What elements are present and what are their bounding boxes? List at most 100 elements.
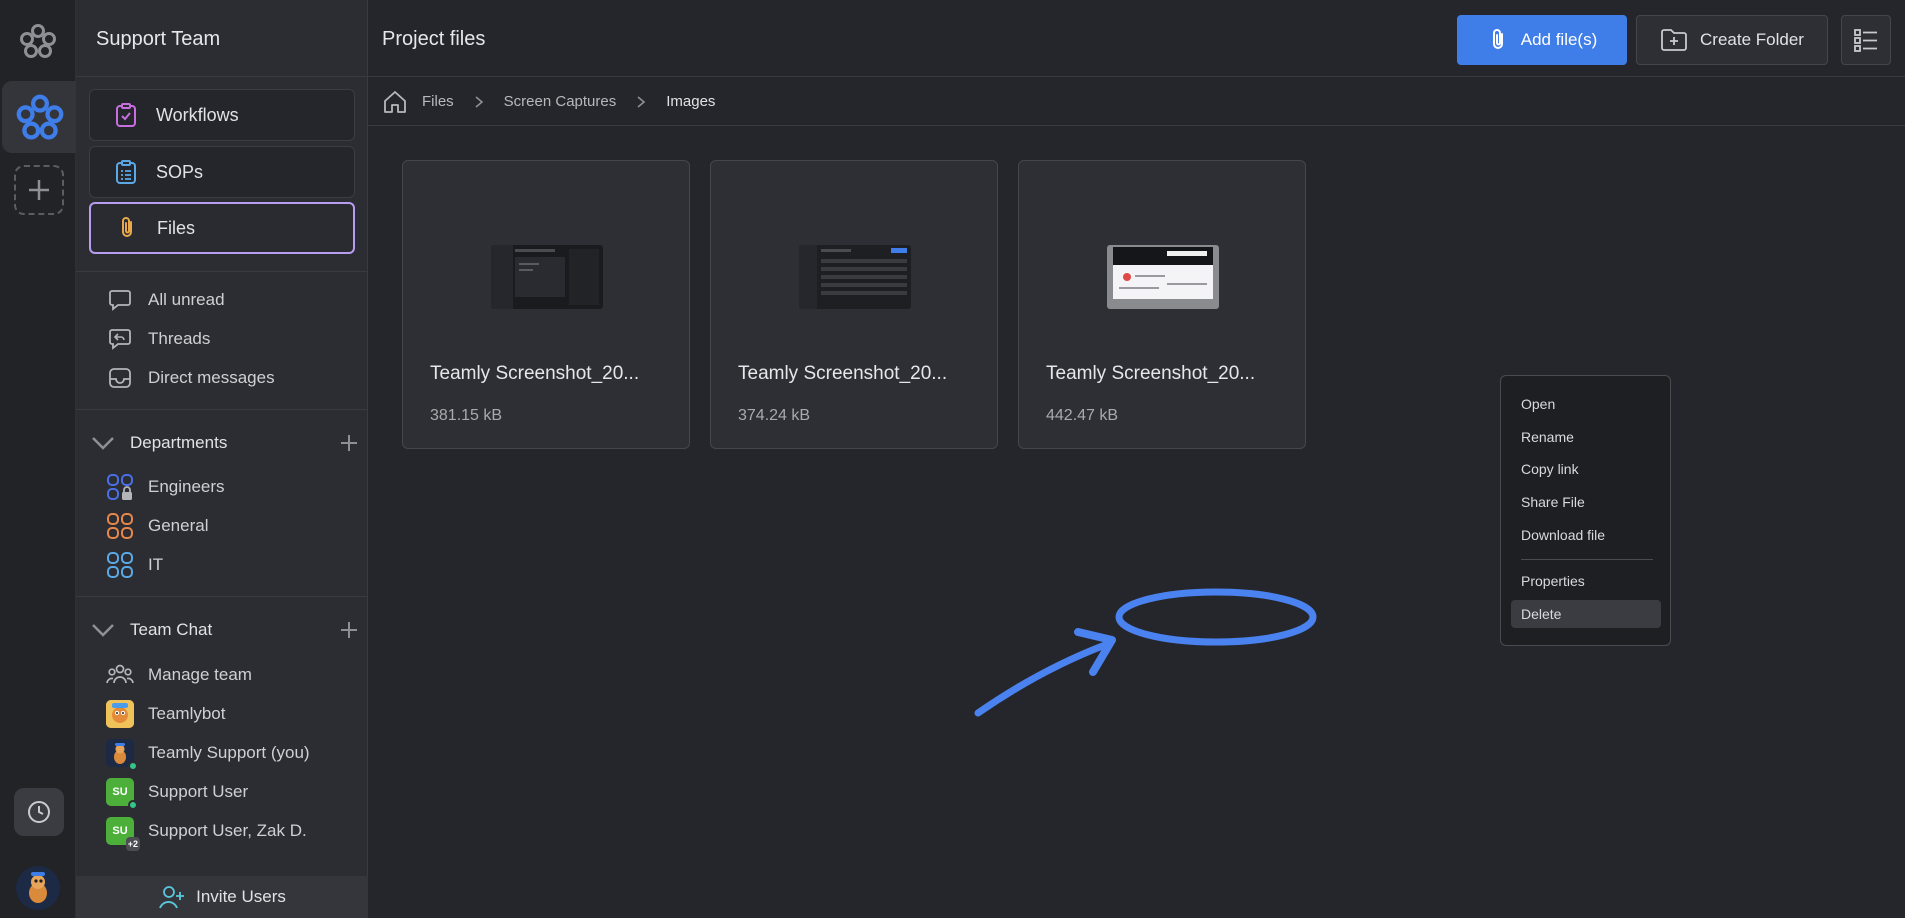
- file-name: Teamly Screenshot_20...: [430, 363, 640, 384]
- avatar-wrap: [106, 700, 134, 728]
- sidebar-item-label: Manage team: [148, 665, 252, 684]
- team-group-icon: [106, 661, 134, 689]
- sidebar-item-manage-team[interactable]: Manage team: [106, 659, 252, 691]
- teamly-logo-icon[interactable]: [18, 22, 58, 62]
- chevron-down-icon: [92, 437, 114, 450]
- sidebar-item-label: Teamlybot: [148, 704, 226, 723]
- sidebar-item-all-unread[interactable]: All unread: [106, 284, 225, 316]
- file-thumbnail: [799, 245, 911, 309]
- menu-item-download-file[interactable]: Download file: [1511, 521, 1661, 549]
- create-folder-label: Create Folder: [1700, 30, 1804, 49]
- sidebar-item-general[interactable]: General: [106, 510, 208, 542]
- sidebar-item-support-user[interactable]: SU Support User: [106, 776, 248, 810]
- file-context-menu: Open Rename Copy link Share File Downloa…: [1500, 375, 1671, 646]
- divider: [76, 271, 368, 272]
- teamlybot-face-icon: [106, 700, 134, 728]
- list-view-icon: [1854, 29, 1877, 52]
- sidebar-item-teamlybot[interactable]: Teamlybot: [106, 698, 225, 730]
- breadcrumb-files[interactable]: Files: [422, 93, 454, 110]
- chat-bubble-icon: [106, 286, 134, 314]
- sidebar-item-label: Support User, Zak D.: [148, 821, 307, 840]
- folder-plus-icon: [1661, 29, 1687, 51]
- group-chat-avatar: SU +2: [106, 817, 140, 851]
- sidebar-item-label: Engineers: [148, 477, 225, 496]
- chevron-right-icon: [475, 95, 483, 108]
- screenshot-thumbnail-icon: [491, 245, 603, 309]
- history-button[interactable]: [14, 788, 64, 836]
- add-chat-plus-icon[interactable]: [338, 619, 360, 641]
- divider: [76, 76, 368, 77]
- user-avatar[interactable]: [16, 866, 60, 910]
- file-size: 374.24 kB: [738, 407, 811, 424]
- chevron-right-icon: [637, 95, 646, 108]
- divider: [76, 409, 368, 410]
- group-icon: [106, 512, 134, 540]
- plus-icon: [29, 180, 49, 200]
- file-size: 381.15 kB: [430, 407, 503, 424]
- menu-item-rename[interactable]: Rename: [1511, 423, 1661, 451]
- avatar-wrap: [106, 739, 138, 771]
- avatar-wrap: SU +2: [106, 817, 140, 851]
- view-toggle-button[interactable]: [1841, 15, 1891, 65]
- sidebar-item-it[interactable]: IT: [106, 549, 163, 581]
- file-size: 442.47 kB: [1046, 407, 1119, 424]
- nav-workflows[interactable]: Workflows: [89, 89, 355, 141]
- file-name: Teamly Screenshot_20...: [1046, 363, 1256, 384]
- sidebar-item-label: General: [148, 516, 209, 535]
- add-workspace-button[interactable]: [14, 165, 64, 215]
- sidebar-item-direct-messages[interactable]: Direct messages: [106, 362, 275, 394]
- sidebar: Support Team Workflows SOPs Files All un…: [76, 0, 368, 918]
- menu-item-properties[interactable]: Properties: [1511, 567, 1661, 595]
- sidebar-item-label: All unread: [148, 290, 225, 309]
- sidebar-item-threads[interactable]: Threads: [106, 323, 210, 355]
- mascot-avatar-icon: [16, 866, 60, 910]
- menu-item-copy-link[interactable]: Copy link: [1511, 455, 1661, 483]
- sidebar-item-label: Teamly Support (you): [148, 743, 310, 762]
- nav-files[interactable]: Files: [89, 202, 355, 254]
- workspace-rail: [0, 0, 76, 918]
- breadcrumb-screen-captures[interactable]: Screen Captures: [504, 93, 617, 110]
- nav-sops[interactable]: SOPs: [89, 146, 355, 198]
- sidebar-item-label: Threads: [148, 329, 211, 348]
- avatar-initials: SU: [112, 786, 128, 798]
- home-icon[interactable]: [382, 89, 408, 115]
- file-card[interactable]: Teamly Screenshot_20... 381.15 kB: [402, 160, 690, 449]
- main-content: Project files Add file(s) Create Folder …: [368, 0, 1905, 918]
- sidebar-item-group-chat[interactable]: SU +2 Support User, Zak D.: [106, 815, 307, 851]
- header: Project files Add file(s) Create Folder: [368, 0, 1905, 77]
- breadcrumb: Files Screen Captures Images: [368, 78, 1905, 126]
- invite-users-button[interactable]: Invite Users: [76, 876, 368, 918]
- create-folder-button[interactable]: Create Folder: [1636, 15, 1828, 65]
- sidebar-item-engineers[interactable]: Engineers: [106, 471, 225, 503]
- menu-item-delete[interactable]: Delete: [1511, 600, 1661, 628]
- file-card[interactable]: Teamly Screenshot_20... 374.24 kB: [710, 160, 998, 449]
- clock-icon: [28, 801, 50, 823]
- file-name: Teamly Screenshot_20...: [738, 363, 948, 384]
- file-card[interactable]: Teamly Screenshot_20... 442.47 kB: [1018, 160, 1306, 449]
- invite-users-label: Invite Users: [196, 887, 286, 906]
- breadcrumb-images: Images: [666, 93, 716, 110]
- online-status-dot: [128, 761, 138, 771]
- sidebar-item-teamly-support[interactable]: Teamly Support (you): [106, 737, 310, 771]
- add-department-plus-icon[interactable]: [338, 432, 360, 454]
- section-label: Team Chat: [130, 620, 213, 639]
- section-team-chat[interactable]: Team Chat: [90, 612, 360, 648]
- teamly-support-avatar: [106, 739, 138, 771]
- nav-label: Workflows: [156, 104, 239, 125]
- add-files-button[interactable]: Add file(s): [1457, 15, 1627, 65]
- clipboard-list-icon: [112, 158, 140, 186]
- add-files-label: Add file(s): [1520, 30, 1598, 49]
- menu-item-share-file[interactable]: Share File: [1511, 488, 1661, 516]
- teamlybot-avatar: [106, 700, 134, 728]
- support-user-avatar: SU: [106, 778, 138, 810]
- workspace-support-team[interactable]: [2, 81, 76, 153]
- avatar-wrap: SU: [106, 778, 138, 810]
- section-departments[interactable]: Departments: [90, 425, 360, 461]
- menu-divider: [1521, 559, 1653, 560]
- screenshot-thumbnail-icon: [1107, 245, 1219, 309]
- menu-item-open[interactable]: Open: [1511, 390, 1661, 418]
- paperclip-icon: [113, 214, 141, 242]
- screenshot-thumbnail-icon: [799, 245, 911, 309]
- team-name: Support Team: [96, 28, 221, 50]
- group-lock-icon: [106, 473, 134, 501]
